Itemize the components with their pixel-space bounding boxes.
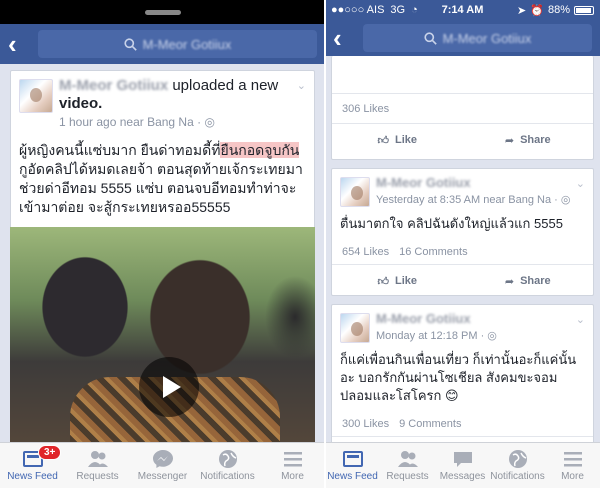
thumbs-up-icon: 👍︎ [377, 275, 389, 288]
highlighted-text: ยืนกอดจูบกัน [220, 142, 300, 158]
post-actions: 👍︎ Like ➦ Share [332, 265, 593, 297]
avatar[interactable] [19, 79, 53, 113]
back-button[interactable]: ‹ [333, 25, 353, 51]
right-phone-screen: ●●○○○ AIS 3G ◔ 7:14 AM ➤ ⏰ 88% ‹ M-Meor Goti… [325, 0, 600, 488]
search-text: M-Meor Gotiiux [142, 36, 232, 52]
likes-count[interactable]: 300 Likes [342, 418, 389, 430]
tab-news-feed[interactable]: News Feed 3+ [0, 443, 65, 488]
screenshot-pair: ‹ M-Meor Gotiiux M-Meor Gotiiux uploaded… [0, 0, 600, 488]
top-nav-bar: ‹ M-Meor Gotiiux [325, 20, 600, 56]
post-timestamp[interactable]: Yesterday at 8:35 AM near Bang Na · ◎ [376, 193, 573, 206]
likes-count[interactable]: 306 Likes [342, 103, 389, 115]
post-card-1: M-Meor Gotiiux Yesterday at 8:35 AM near… [331, 168, 594, 296]
top-nav-bar: ‹ M-Meor Gotiiux [0, 24, 325, 64]
menu-icon [563, 452, 582, 467]
post-card-2: M-Meor Gotiiux Monday at 12:18 PM · ◎ ⌄ … [331, 304, 594, 444]
author-name[interactable]: M-Meor Gotiiux [59, 77, 168, 94]
thumbs-up-icon: 👍︎ [377, 134, 389, 147]
menu-icon [283, 452, 302, 467]
search-icon [423, 31, 437, 45]
left-phone-screen: ‹ M-Meor Gotiiux M-Meor Gotiiux uploaded… [0, 0, 325, 488]
tab-requests[interactable]: Requests [380, 443, 435, 488]
globe-icon [508, 450, 527, 468]
tab-bar: News Feed Requests Messages Notification… [325, 442, 600, 488]
post-actions: 👍︎ Like ➦ Share [332, 124, 593, 156]
back-button[interactable]: ‹ [8, 31, 28, 57]
post-stats: 300 Likes 9 Comments [332, 411, 593, 437]
news-feed: 306 Likes 👍︎ Like ➦ Share M-Meor Gotiiux Y… [325, 56, 600, 444]
share-button[interactable]: ➦ Share [463, 275, 594, 288]
tab-more[interactable]: More [545, 443, 600, 488]
post-timestamp[interactable]: 1 hour ago near Bang Na · ◎ [59, 115, 215, 129]
battery-icon [574, 5, 594, 15]
post-text: ผู้หญิงคนนี้แซ่บมาก ยืนด่าทอมดี้ที่ยืนกอ… [19, 142, 303, 215]
post-content-top [332, 56, 593, 94]
author-name[interactable]: M-Meor Gotiiux [376, 311, 573, 326]
post-action: uploaded a new [172, 77, 279, 94]
avatar[interactable] [340, 313, 370, 343]
post-header: M-Meor Gotiiux Yesterday at 8:35 AM near… [376, 175, 573, 206]
status-bar: ●●○○○ AIS 3G ◔ 7:14 AM ➤ ⏰ 88% [325, 0, 600, 20]
video-post-card: M-Meor Gotiiux uploaded a new video. ⌄ 1… [10, 70, 315, 472]
share-icon: ➦ [504, 134, 515, 147]
news-feed: M-Meor Gotiiux uploaded a new video. ⌄ 1… [0, 70, 325, 472]
search-bar[interactable]: M-Meor Gotiiux [38, 30, 317, 58]
author-name[interactable]: M-Meor Gotiiux [376, 175, 573, 190]
tab-messages[interactable]: Messages [435, 443, 490, 488]
search-icon [123, 37, 137, 51]
share-icon: ➦ [504, 275, 515, 288]
post-header: M-Meor Gotiiux Monday at 12:18 PM · ◎ [376, 311, 573, 342]
post-header: M-Meor Gotiiux uploaded a new video. [59, 77, 294, 113]
post-card-partial: 306 Likes 👍︎ Like ➦ Share [331, 56, 594, 160]
play-button[interactable] [139, 357, 199, 417]
status-bar [0, 0, 325, 24]
tab-notifications[interactable]: Notifications [195, 443, 260, 488]
post-timestamp[interactable]: Monday at 12:18 PM · ◎ [376, 329, 573, 342]
comments-count[interactable]: 9 Comments [399, 418, 461, 430]
messages-icon [453, 452, 472, 467]
globe-icon: ◎ [204, 115, 215, 129]
chevron-down-icon[interactable]: ⌄ [576, 177, 585, 190]
tab-notifications[interactable]: Notifications [490, 443, 545, 488]
chevron-down-icon[interactable]: ⌄ [297, 79, 306, 92]
avatar[interactable] [340, 177, 370, 207]
video-thumbnail[interactable] [10, 227, 315, 472]
post-stats: 306 Likes [332, 94, 593, 124]
globe-icon [218, 450, 237, 468]
news-feed-icon [342, 451, 363, 467]
post-stats: 654 Likes 16 Comments [332, 239, 593, 265]
like-button[interactable]: 👍︎ Like [332, 134, 463, 147]
pull-handle[interactable] [145, 10, 181, 15]
tab-requests[interactable]: Requests [65, 443, 130, 488]
search-text: M-Meor Gotiiux [442, 30, 532, 46]
requests-icon [397, 451, 418, 467]
tab-news-feed[interactable]: News Feed [325, 443, 380, 488]
notification-badge: 3+ [38, 445, 62, 460]
likes-count[interactable]: 654 Likes [342, 246, 389, 258]
messenger-icon [152, 450, 173, 468]
search-bar[interactable]: M-Meor Gotiiux [363, 24, 592, 52]
requests-icon [87, 451, 108, 467]
share-button[interactable]: ➦ Share [463, 134, 594, 147]
globe-icon: ◎ [560, 194, 571, 206]
chevron-down-icon[interactable]: ⌄ [576, 313, 585, 326]
tab-bar: News Feed 3+ Requests Messenger Notifica… [0, 442, 325, 488]
tab-messenger[interactable]: Messenger [130, 443, 195, 488]
globe-icon: ◎ [487, 330, 497, 342]
post-object-link[interactable]: video. [59, 95, 102, 112]
like-button[interactable]: 👍︎ Like [332, 275, 463, 288]
tab-more[interactable]: More [260, 443, 325, 488]
divider [324, 0, 326, 488]
comments-count[interactable]: 16 Comments [399, 246, 467, 258]
status-time: 7:14 AM [441, 4, 484, 16]
